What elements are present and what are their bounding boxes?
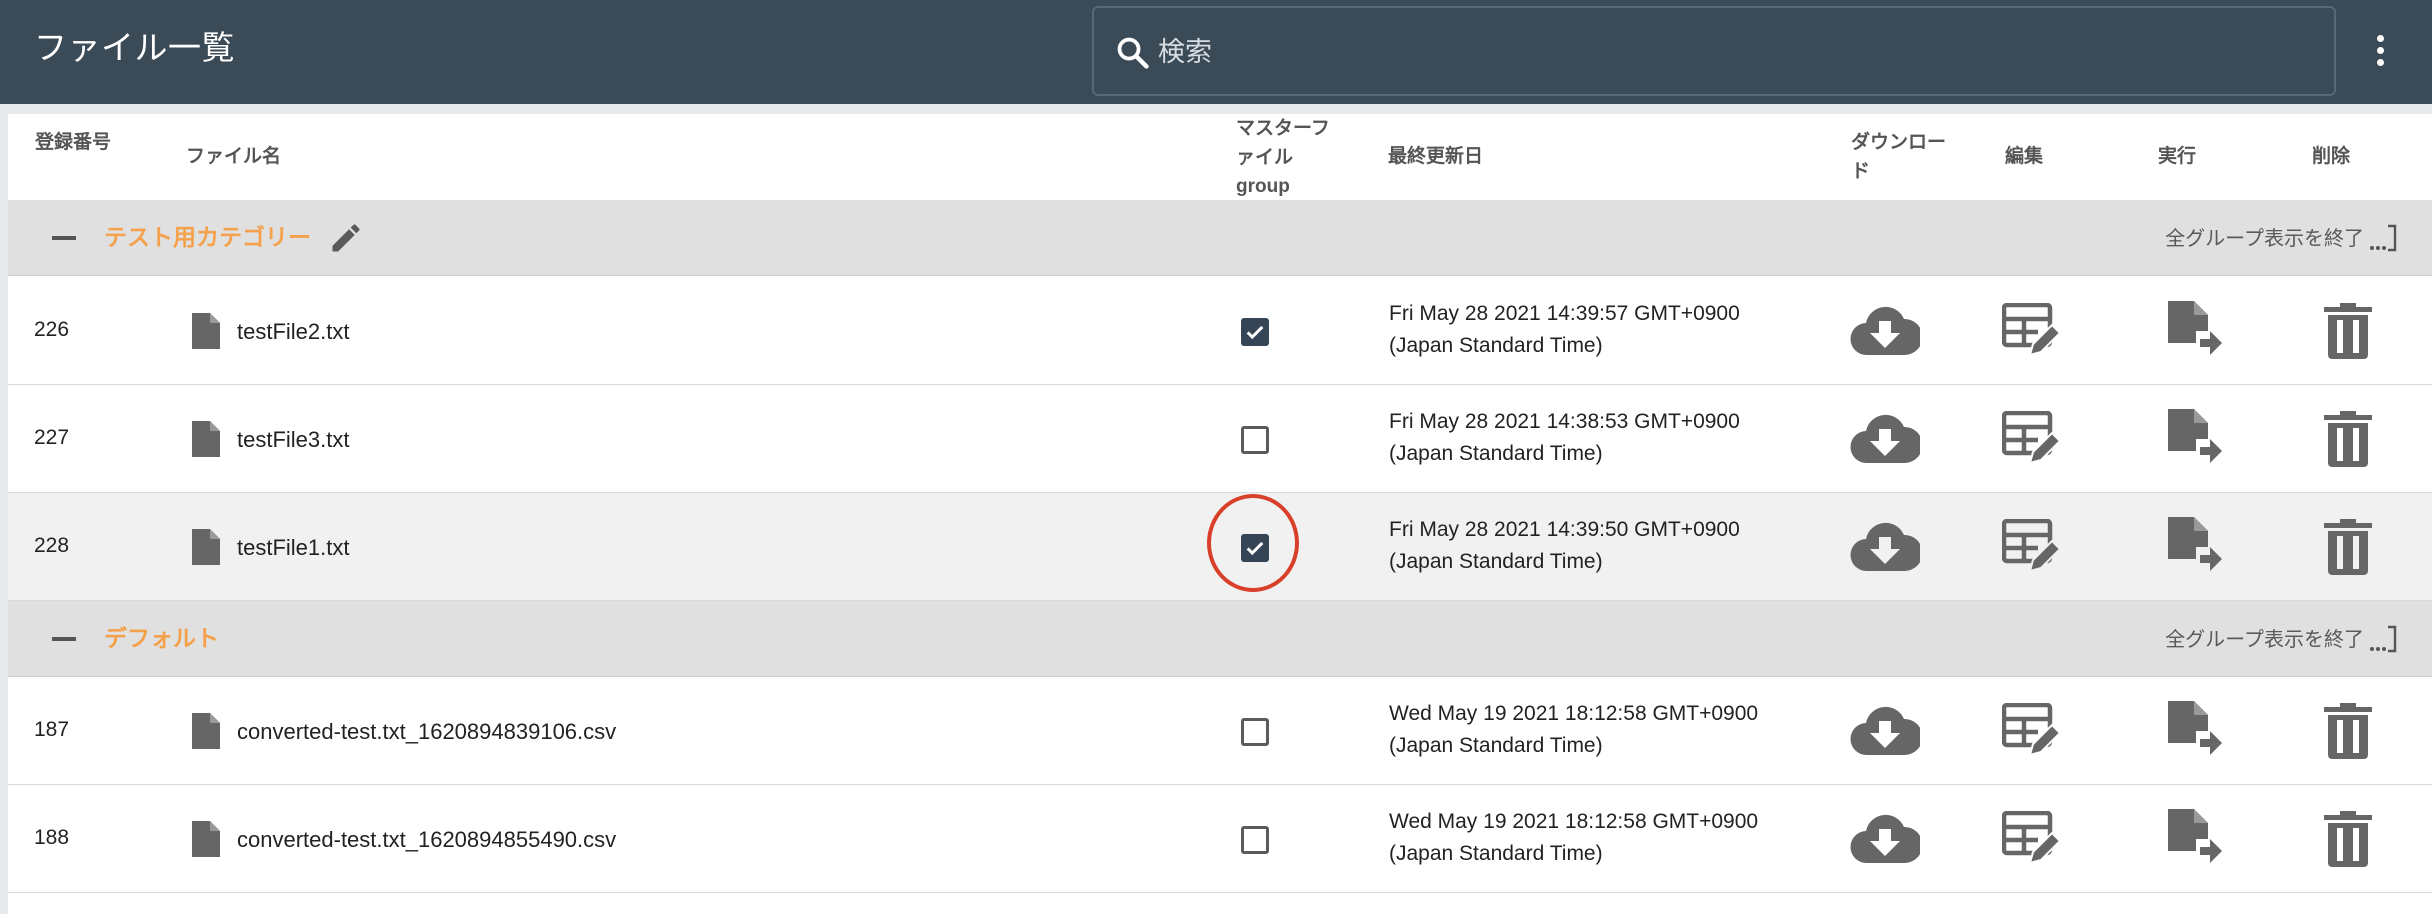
updated-date-line: (Japan Standard Time)	[1389, 442, 1603, 465]
page-title: ファイル一覧	[34, 29, 235, 66]
column-header-updated: 最終更新日	[1388, 146, 1484, 167]
minus-icon	[52, 637, 76, 641]
cloud-download-icon[interactable]	[1850, 521, 1920, 573]
pencil-icon[interactable]	[328, 220, 364, 256]
table-edit-icon[interactable]	[2002, 411, 2060, 465]
updated-date: Fri May 28 2021 14:39:50 GMT+0900 (Japan…	[1389, 514, 1740, 578]
master-file-checkbox[interactable]	[1241, 718, 1269, 746]
file-icon	[192, 313, 220, 349]
updated-date: Fri May 28 2021 14:39:57 GMT+0900 (Japan…	[1389, 298, 1740, 362]
table-row: 188 converted-test.txt_1620894855490.csv…	[8, 785, 2432, 893]
file-name: testFile2.txt	[237, 319, 350, 344]
file-list-panel: 登録番号 ファイル名 マスターフ ァイル group 最終更新日 ダウンロー ド…	[8, 114, 2432, 914]
updated-date-line: (Japan Standard Time)	[1389, 334, 1603, 357]
column-header-master-line: ァイル	[1236, 147, 1294, 168]
cloud-download-icon[interactable]	[1850, 305, 1920, 357]
master-file-checkbox[interactable]	[1241, 318, 1269, 346]
app-bar: ファイル一覧	[0, 0, 2432, 104]
file-icon	[192, 713, 220, 749]
master-file-checkbox[interactable]	[1241, 426, 1269, 454]
column-header-edit: 編集	[2005, 146, 2044, 167]
trash-icon[interactable]	[2324, 411, 2372, 467]
table-edit-icon[interactable]	[2002, 703, 2060, 757]
file-icon	[192, 821, 220, 857]
file-name: testFile1.txt	[237, 535, 350, 560]
table-row: 227 testFile3.txt Fri May 28 2021 14:38:…	[8, 385, 2432, 493]
row-id: 188	[34, 826, 70, 849]
column-header-master: マスターフ ァイル group	[1236, 114, 1330, 201]
trash-icon[interactable]	[2324, 519, 2372, 575]
cloud-download-icon[interactable]	[1850, 705, 1920, 757]
search-input[interactable]	[1156, 22, 2310, 82]
updated-date-line: Wed May 19 2021 18:12:58 GMT+0900	[1389, 702, 1759, 725]
column-header-delete: 削除	[2312, 146, 2351, 167]
table-row: 226 testFile2.txt Fri May 28 2021 14:39:…	[8, 277, 2432, 385]
updated-date: Wed May 19 2021 18:12:58 GMT+0900 (Japan…	[1389, 698, 1758, 762]
group-header-test-category: テスト用カテゴリー 全グループ表示を終了	[8, 200, 2432, 276]
row-id: 227	[34, 426, 70, 449]
expand-icon[interactable]	[2368, 621, 2398, 657]
column-header-run: 実行	[2158, 146, 2197, 167]
updated-date-line: (Japan Standard Time)	[1389, 550, 1603, 573]
column-header-download-line: ド	[1851, 161, 1871, 182]
row-id: 187	[34, 718, 70, 741]
search-box[interactable]	[1092, 6, 2336, 96]
table-edit-icon[interactable]	[2002, 811, 2060, 865]
table-edit-icon[interactable]	[2002, 303, 2060, 357]
column-header-download-line: ダウンロー	[1851, 132, 1947, 153]
file-name: converted-test.txt_1620894839106.csv	[237, 719, 617, 744]
kebab-menu-icon[interactable]	[2360, 30, 2400, 78]
expand-icon[interactable]	[2368, 220, 2398, 256]
column-header-download: ダウンロー ド	[1851, 128, 1946, 186]
trash-icon[interactable]	[2324, 303, 2372, 359]
trash-icon[interactable]	[2324, 811, 2372, 867]
minus-icon	[52, 236, 76, 240]
file-name: converted-test.txt_1620894855490.csv	[237, 827, 617, 852]
file-icon	[192, 529, 220, 565]
updated-date-line: Fri May 28 2021 14:39:57 GMT+0900	[1389, 302, 1740, 325]
search-icon	[1117, 37, 1149, 69]
updated-date-line: Fri May 28 2021 14:38:53 GMT+0900	[1389, 410, 1740, 433]
cloud-download-icon[interactable]	[1850, 413, 1920, 465]
updated-date-line: (Japan Standard Time)	[1389, 842, 1603, 865]
updated-date: Fri May 28 2021 14:38:53 GMT+0900 (Japan…	[1389, 406, 1740, 470]
column-header-name: ファイル名	[186, 146, 282, 167]
updated-date-line: Wed May 19 2021 18:12:58 GMT+0900	[1389, 810, 1759, 833]
trash-icon[interactable]	[2324, 703, 2372, 759]
row-id: 226	[34, 318, 70, 341]
cloud-download-icon[interactable]	[1850, 813, 1920, 865]
column-header-master-line: マスターフ	[1236, 118, 1330, 139]
column-header-master-line: group	[1236, 176, 1290, 197]
file-name: testFile3.txt	[237, 427, 350, 452]
show-all-groups-toggle[interactable]: 全グループ表示を終了	[2165, 224, 2364, 254]
file-send-icon[interactable]	[2164, 517, 2222, 577]
master-file-checkbox[interactable]	[1241, 534, 1269, 562]
master-file-checkbox[interactable]	[1241, 826, 1269, 854]
group-header-default: デフォルト 全グループ表示を終了	[8, 601, 2432, 677]
file-send-icon[interactable]	[2164, 409, 2222, 469]
table-row: 228 testFile1.txt Fri May 28 2021 14:39:…	[8, 493, 2432, 601]
row-id: 228	[34, 534, 70, 557]
file-send-icon[interactable]	[2164, 301, 2222, 361]
group-name: テスト用カテゴリー	[104, 224, 311, 250]
table-edit-icon[interactable]	[2002, 519, 2060, 573]
show-all-groups-toggle[interactable]: 全グループ表示を終了	[2165, 625, 2364, 655]
column-header-id: 登録番号	[35, 132, 112, 153]
updated-date-line: Fri May 28 2021 14:39:50 GMT+0900	[1389, 518, 1740, 541]
updated-date-line: (Japan Standard Time)	[1389, 734, 1603, 757]
group-name: デフォルト	[104, 625, 219, 651]
table-row: 187 converted-test.txt_1620894839106.csv…	[8, 677, 2432, 785]
file-icon	[192, 421, 220, 457]
file-send-icon[interactable]	[2164, 809, 2222, 869]
file-send-icon[interactable]	[2164, 701, 2222, 761]
updated-date: Wed May 19 2021 18:12:58 GMT+0900 (Japan…	[1389, 806, 1758, 870]
